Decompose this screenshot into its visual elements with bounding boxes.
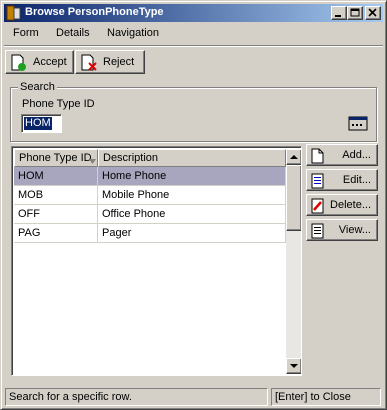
view-document-icon — [311, 223, 324, 239]
menu-bar: Form Details Navigation — [4, 24, 383, 44]
cell-description: Pager — [98, 224, 286, 243]
add-label: Add... — [342, 149, 371, 161]
menu-form[interactable]: Form — [13, 27, 39, 39]
phone-type-id-label: Phone Type ID — [22, 98, 95, 110]
browse-window: Browse PersonPhoneType Form Details Navi… — [0, 0, 387, 410]
cell-phone-type-id: MOB — [14, 186, 98, 205]
table-row[interactable]: OFF Office Phone — [14, 205, 286, 224]
view-button[interactable]: View... — [306, 219, 378, 241]
status-message: Search for a specific row. — [5, 388, 268, 406]
grid-header: Phone Type ID Description — [14, 149, 286, 167]
close-button[interactable] — [365, 6, 381, 20]
edit-label: Edit... — [342, 174, 371, 186]
scroll-up-button[interactable] — [286, 149, 301, 165]
view-label: View... — [338, 224, 371, 236]
toolbar-separator — [4, 45, 383, 47]
lookup-button[interactable] — [348, 114, 368, 132]
edit-button[interactable]: Edit... — [306, 169, 378, 191]
title-bar[interactable]: Browse PersonPhoneType — [4, 4, 383, 22]
cell-phone-type-id: HOM — [14, 167, 98, 186]
sort-icon — [89, 156, 96, 166]
add-button[interactable]: Add... — [306, 144, 378, 166]
status-hint: [Enter] to Close — [271, 388, 381, 406]
column-header-label: Phone Type ID — [19, 152, 92, 164]
reject-button[interactable]: Reject — [75, 50, 145, 74]
reject-icon — [81, 54, 97, 71]
cell-phone-type-id: OFF — [14, 205, 98, 224]
phone-type-grid[interactable]: Phone Type ID Description HOM Home Phone… — [11, 146, 302, 376]
app-icon — [6, 5, 22, 21]
accept-icon — [11, 54, 26, 71]
reject-label: Reject — [103, 56, 135, 68]
column-header-phone-type-id[interactable]: Phone Type ID — [14, 149, 98, 167]
cell-description: Home Phone — [98, 167, 286, 186]
vertical-scrollbar[interactable] — [286, 149, 301, 374]
arrow-up-icon — [290, 155, 298, 159]
window-title: Browse PersonPhoneType — [25, 6, 164, 18]
delete-document-icon — [311, 198, 324, 214]
cell-phone-type-id: PAG — [14, 224, 98, 243]
search-group — [10, 87, 377, 142]
delete-label: Delete... — [330, 199, 371, 211]
scroll-thumb[interactable] — [286, 165, 301, 231]
menu-navigation[interactable]: Navigation — [107, 27, 159, 39]
cell-description: Office Phone — [98, 205, 286, 224]
column-header-label: Description — [103, 152, 159, 164]
table-row[interactable]: PAG Pager — [14, 224, 286, 243]
table-row[interactable]: HOM Home Phone — [14, 167, 286, 186]
delete-button[interactable]: Delete... — [306, 194, 378, 216]
scroll-down-button[interactable] — [286, 358, 301, 374]
edit-document-icon — [311, 173, 324, 189]
new-document-icon — [311, 148, 324, 164]
menu-details[interactable]: Details — [56, 27, 90, 39]
column-header-description[interactable]: Description — [98, 149, 286, 167]
minimize-icon — [335, 15, 341, 17]
search-group-label: Search — [18, 81, 57, 93]
minimize-button[interactable] — [331, 6, 347, 20]
maximize-icon — [350, 8, 360, 17]
accept-label: Accept — [33, 56, 67, 68]
close-icon — [368, 8, 377, 17]
arrow-down-icon — [290, 364, 298, 368]
maximize-button[interactable] — [347, 6, 363, 20]
cell-description: Mobile Phone — [98, 186, 286, 205]
table-row[interactable]: MOB Mobile Phone — [14, 186, 286, 205]
accept-button[interactable]: Accept — [5, 50, 74, 74]
phone-type-id-selected-text: HOM — [24, 117, 52, 130]
lookup-icon — [348, 116, 368, 131]
